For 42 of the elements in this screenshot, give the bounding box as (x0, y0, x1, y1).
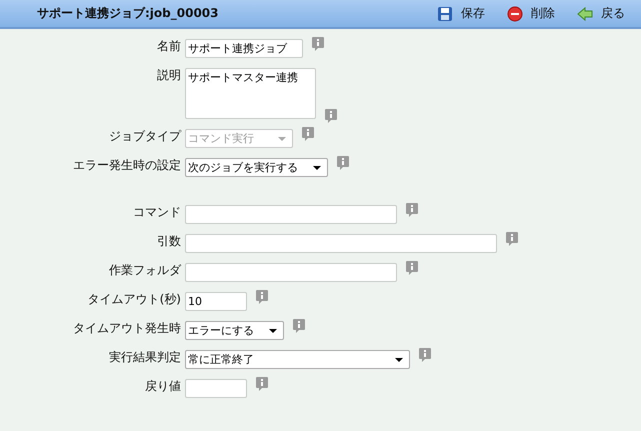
text-field[interactable] (185, 379, 247, 398)
info-icon[interactable] (506, 232, 518, 246)
field-label: エラー発生時の設定 (72, 157, 182, 174)
delete-button[interactable]: 削除 (507, 5, 555, 22)
field-label: タイムアウト発生時 (72, 320, 182, 337)
save-button[interactable]: 保存 (437, 5, 485, 22)
text-area[interactable]: サポートマスター連携 (185, 68, 316, 119)
dropdown[interactable]: 次のジョブを実行する (185, 158, 328, 177)
back-button[interactable]: 戻る (577, 5, 625, 22)
caret-icon (269, 328, 277, 332)
info-icon[interactable] (406, 203, 418, 217)
text-field[interactable] (185, 263, 397, 282)
caret-icon (313, 166, 321, 170)
minus-circle-icon (507, 6, 523, 22)
left-arrow-icon (577, 6, 593, 22)
info-icon[interactable] (419, 348, 431, 362)
field-label: ジョブタイプ (108, 128, 182, 145)
text-field[interactable]: 10 (185, 292, 247, 311)
field-label: 戻り値 (144, 378, 182, 395)
field-label: 作業フォルダ (108, 262, 182, 279)
caret-icon (278, 136, 286, 140)
text-field[interactable]: サポート連携ジョブ (185, 39, 303, 58)
field-label: タイムアウト(秒) (86, 291, 182, 308)
dropdown[interactable]: エラーにする (185, 321, 284, 340)
field-label: 名前 (156, 38, 182, 55)
info-icon[interactable] (256, 290, 268, 304)
text-field[interactable] (185, 234, 497, 253)
window-title: サポート連携ジョブ:job_00003 (37, 5, 218, 22)
dropdown[interactable]: 常に正常終了 (185, 350, 410, 369)
text-field[interactable] (185, 205, 397, 224)
field-label: コマンド (132, 204, 182, 221)
field-label: 実行結果判定 (108, 349, 182, 366)
info-icon[interactable] (406, 261, 418, 275)
info-icon[interactable] (302, 127, 314, 141)
info-icon[interactable] (325, 109, 337, 123)
info-icon[interactable] (256, 377, 268, 391)
info-icon[interactable] (312, 37, 324, 51)
field-label: 説明 (156, 67, 182, 84)
caret-icon (395, 358, 403, 362)
field-label: 引数 (156, 233, 182, 250)
info-icon[interactable] (337, 156, 349, 170)
info-icon[interactable] (293, 319, 305, 333)
